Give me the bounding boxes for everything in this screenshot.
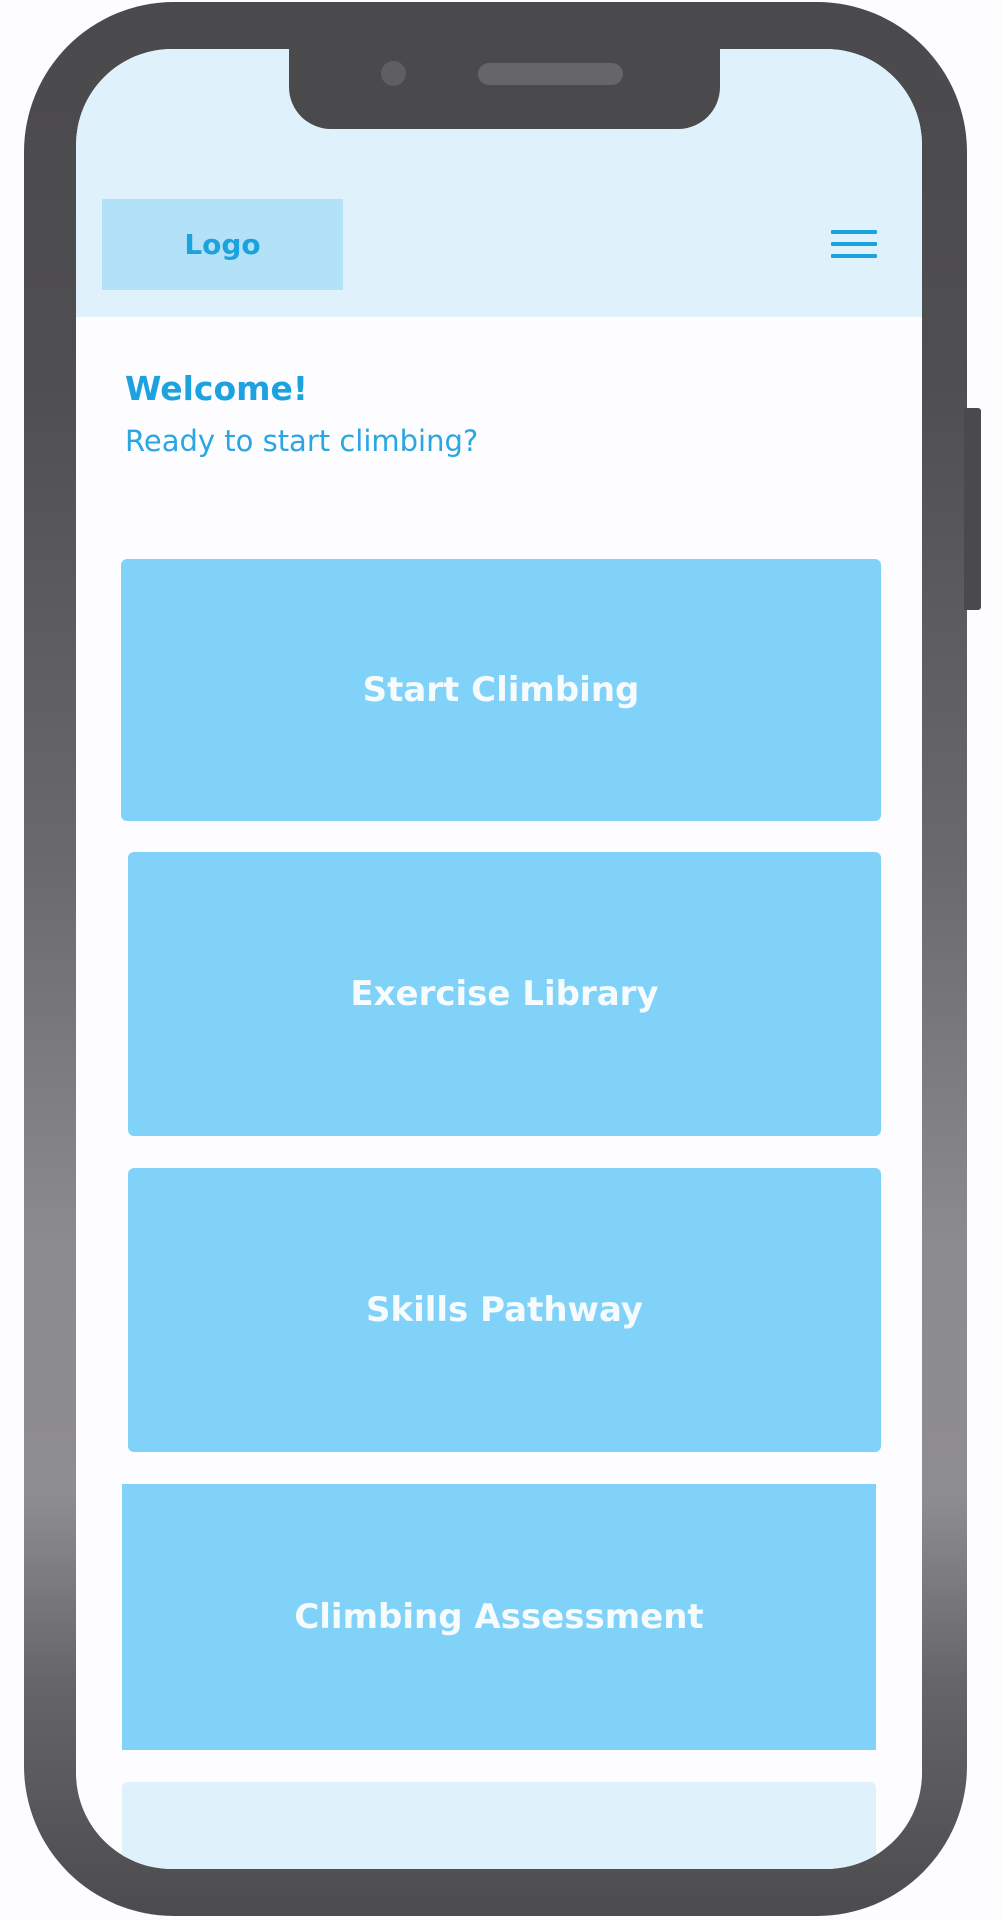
exercise-library-button[interactable]: Exercise Library (128, 852, 881, 1136)
welcome-title: Welcome! (125, 369, 308, 408)
logo-placeholder[interactable]: Logo (102, 199, 343, 290)
menu-line-middle (831, 242, 877, 246)
menu-line-top (831, 230, 877, 234)
menu-line-bottom (831, 254, 877, 258)
speaker-grille (478, 63, 623, 85)
phone-side-button (964, 408, 981, 610)
partial-tile[interactable] (122, 1782, 876, 1869)
mockup-stage: Logo Welcome! Ready to start climbing? S… (0, 0, 1002, 1920)
climbing-assessment-button[interactable]: Climbing Assessment (122, 1484, 876, 1750)
start-climbing-button[interactable]: Start Climbing (121, 559, 881, 821)
phone-screen: Logo Welcome! Ready to start climbing? S… (76, 49, 922, 1869)
phone-notch (289, 49, 720, 129)
camera-icon (381, 61, 406, 86)
hamburger-menu-icon[interactable] (831, 221, 879, 265)
welcome-subtitle: Ready to start climbing? (125, 424, 479, 458)
skills-pathway-button[interactable]: Skills Pathway (128, 1168, 881, 1452)
